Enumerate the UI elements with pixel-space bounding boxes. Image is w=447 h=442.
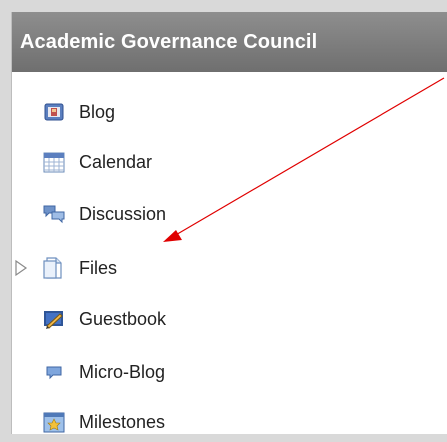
nav-item-label: Files — [79, 257, 118, 278]
discussion-icon — [43, 205, 65, 224]
nav-item-calendar[interactable]: Calendar — [12, 142, 447, 182]
navigation-panel: Academic Governance Council Blog Calenda… — [11, 12, 447, 434]
nav-item-files[interactable]: Files — [12, 248, 447, 288]
nav-item-label: Discussion — [79, 203, 167, 224]
nav-item-blog[interactable]: Blog — [12, 92, 447, 132]
nav-item-label: Milestones — [79, 411, 166, 432]
nav-item-micro-blog[interactable]: Micro-Blog — [12, 352, 447, 392]
blog-icon — [44, 103, 64, 121]
nav-item-milestones[interactable]: Milestones — [12, 402, 447, 442]
expand-arrow-icon[interactable] — [14, 259, 28, 277]
nav-item-discussion[interactable]: Discussion — [12, 194, 447, 234]
micro-blog-icon — [46, 366, 62, 380]
nav-item-label: Blog — [79, 101, 116, 122]
panel-header: Academic Governance Council — [12, 12, 447, 72]
files-icon — [43, 257, 62, 279]
nav-item-label: Guestbook — [79, 308, 167, 329]
milestones-icon — [43, 412, 65, 433]
calendar-icon — [43, 152, 65, 173]
nav-item-label: Micro-Blog — [79, 361, 166, 382]
nav-list: Blog Calendar Discussion Files Guestbook… — [12, 72, 447, 434]
nav-item-guestbook[interactable]: Guestbook — [12, 299, 447, 339]
nav-item-label: Calendar — [79, 151, 153, 172]
guestbook-icon — [44, 311, 63, 329]
